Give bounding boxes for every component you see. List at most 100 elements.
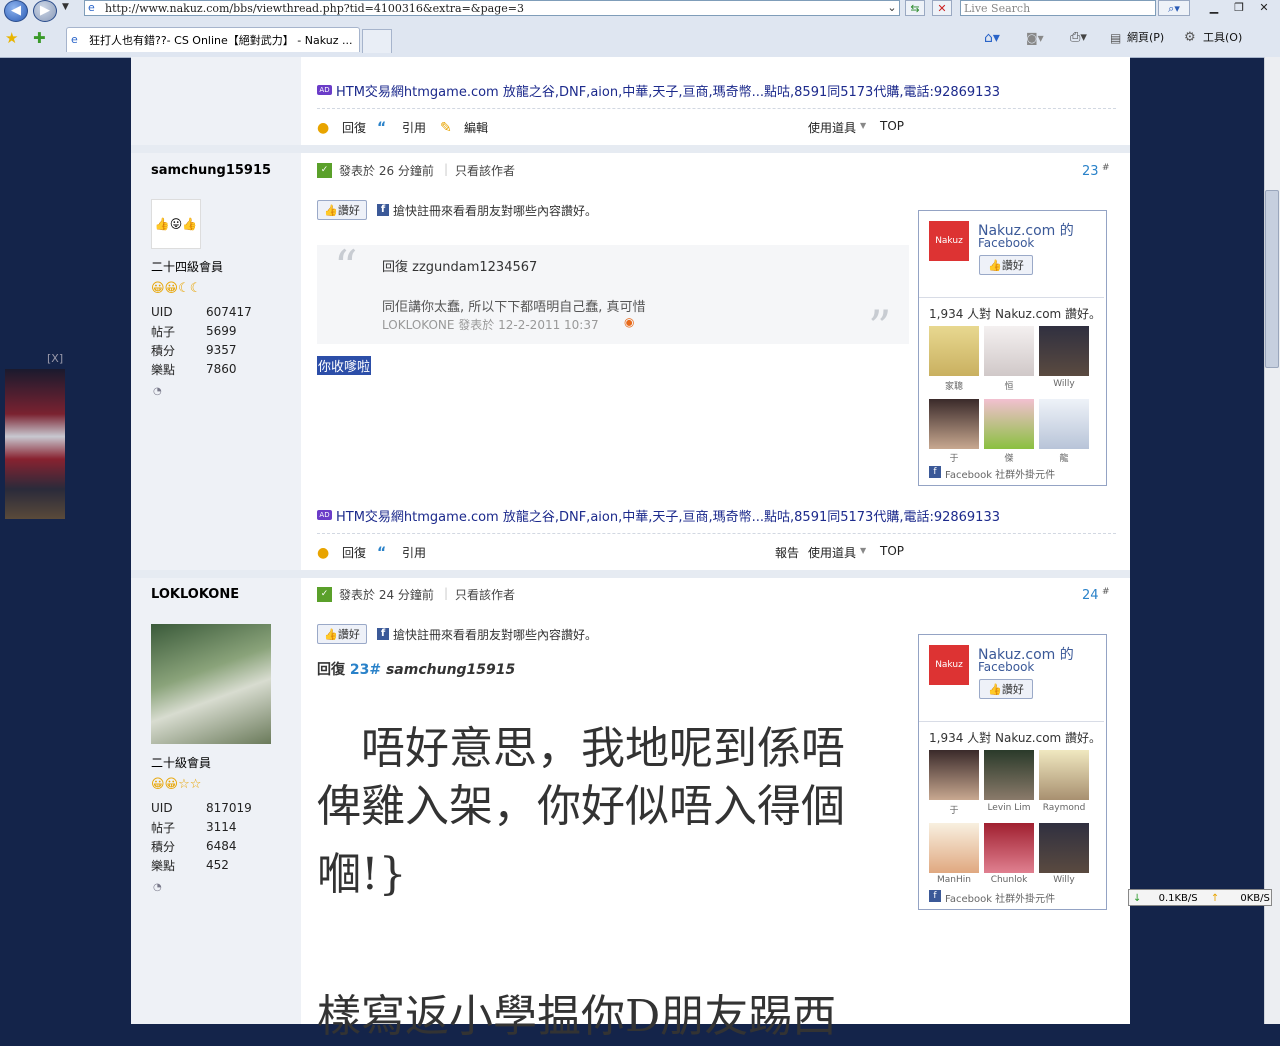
divider: [317, 533, 1116, 534]
top-link[interactable]: TOP: [880, 119, 904, 133]
member-rank: 二十級會員: [151, 756, 212, 770]
like-button[interactable]: 👍讚好: [317, 200, 367, 220]
address-dropdown-icon[interactable]: ⌄: [882, 0, 902, 16]
fan-avatar[interactable]: [1039, 326, 1089, 376]
reply-post-link[interactable]: 23#: [350, 662, 381, 678]
fb-like-button[interactable]: 👍讚好: [979, 679, 1033, 699]
reply-link[interactable]: 回復: [342, 119, 366, 136]
fan-name[interactable]: Willy: [1039, 875, 1089, 885]
fb-footer[interactable]: Facebook 社群外掛元件: [945, 890, 1055, 905]
fan-avatar[interactable]: [984, 326, 1034, 376]
fan-avatar[interactable]: [984, 750, 1034, 800]
minimize-icon[interactable]: ▁: [1204, 0, 1224, 16]
like-button[interactable]: 👍讚好: [317, 624, 367, 644]
add-favorite-icon[interactable]: ✚: [33, 29, 46, 47]
post-number-hash: #: [1102, 163, 1110, 173]
back-button[interactable]: ◀: [4, 0, 28, 22]
download-speed: 0.1KB/S: [1158, 893, 1198, 904]
fan-name[interactable]: Levin Lim: [984, 803, 1034, 813]
fan-avatar[interactable]: [1039, 823, 1089, 873]
top-link[interactable]: TOP: [880, 544, 904, 558]
fan-name[interactable]: Chunlok: [984, 875, 1034, 885]
fan-name[interactable]: 于: [929, 803, 979, 816]
post-number[interactable]: 24: [1082, 588, 1099, 603]
page-menu[interactable]: 網頁(P): [1127, 30, 1164, 46]
online-status-icon: ◔: [153, 882, 162, 893]
fan-avatar[interactable]: [929, 326, 979, 376]
fb-register-prompt[interactable]: 搶快註冊來看看朋友對哪些內容讚好。: [393, 626, 597, 643]
side-ad-image[interactable]: [5, 369, 65, 519]
avatar[interactable]: 👍😛👍: [151, 199, 201, 249]
fan-name[interactable]: ManHin: [929, 875, 979, 885]
close-icon[interactable]: ✕: [1254, 0, 1274, 16]
avatar[interactable]: [151, 624, 271, 744]
report-link[interactable]: 報告: [775, 544, 799, 561]
goto-post-icon[interactable]: ◉: [624, 315, 634, 329]
fan-avatar[interactable]: [1039, 399, 1089, 449]
fb-page-sub[interactable]: Facebook: [978, 236, 1034, 250]
favorites-star-icon[interactable]: ★: [5, 29, 18, 47]
stat-value: 607417: [206, 305, 252, 319]
tools-dropdown-icon: ▼: [860, 121, 867, 130]
tools-menu[interactable]: 工具(O): [1203, 30, 1242, 46]
fb-like-button[interactable]: 👍讚好: [979, 255, 1033, 275]
print-icon[interactable]: ⎙▾: [1070, 30, 1087, 46]
fan-name[interactable]: 傑: [984, 451, 1034, 464]
only-author-link[interactable]: 只看該作者: [455, 586, 515, 603]
search-input[interactable]: Live Search: [960, 0, 1156, 16]
ad-link[interactable]: HTM交易網htmgame.com 放龍之谷,DNF,aion,中華,天子,亘商…: [336, 81, 1000, 100]
only-author-link[interactable]: 只看該作者: [455, 162, 515, 179]
stop-icon[interactable]: ✕: [932, 0, 952, 16]
post-number[interactable]: 23: [1082, 164, 1099, 179]
fan-name[interactable]: 于: [929, 451, 979, 464]
nakuz-logo[interactable]: Nakuz: [929, 645, 969, 685]
history-dropdown-icon[interactable]: ▼: [62, 2, 69, 12]
home-icon[interactable]: ⌂▾: [984, 30, 1000, 46]
post-author[interactable]: LOKLOKONE: [151, 587, 239, 602]
fan-avatar[interactable]: [984, 399, 1034, 449]
fan-avatar[interactable]: [929, 823, 979, 873]
divider: [919, 721, 1104, 722]
side-ad-close[interactable]: [X]: [47, 352, 63, 365]
nakuz-logo[interactable]: Nakuz: [929, 221, 969, 261]
stat-value: 6484: [206, 839, 237, 853]
fb-footer[interactable]: Facebook 社群外掛元件: [945, 466, 1055, 481]
fan-avatar[interactable]: [984, 823, 1034, 873]
restore-icon[interactable]: ❐: [1229, 0, 1249, 16]
ad-link[interactable]: HTM交易網htmgame.com 放龍之谷,DNF,aion,中華,天子,亘商…: [336, 506, 1000, 525]
fan-avatar[interactable]: [929, 750, 979, 800]
fb-register-prompt[interactable]: 搶快註冊來看看朋友對哪些內容讚好。: [393, 202, 597, 219]
close-quote-icon: ”: [868, 300, 892, 354]
fan-avatar[interactable]: [1039, 750, 1089, 800]
refresh-icon[interactable]: ⇆: [905, 0, 925, 16]
edit-link[interactable]: 編輯: [464, 119, 488, 136]
feeds-icon[interactable]: ◙▾: [1026, 30, 1044, 46]
fan-name[interactable]: 恒: [984, 379, 1034, 392]
stat-label: 樂點: [151, 363, 176, 377]
tools-link[interactable]: 使用道具: [808, 119, 856, 136]
scrollbar-thumb[interactable]: [1265, 190, 1279, 368]
search-icon[interactable]: ⌕▾: [1158, 0, 1190, 16]
fan-avatar[interactable]: [929, 399, 979, 449]
fan-name[interactable]: 家聰: [929, 379, 979, 392]
quote-link[interactable]: 引用: [402, 119, 426, 136]
fb-page-sub[interactable]: Facebook: [978, 660, 1034, 674]
divider-bar: |: [444, 586, 449, 600]
fan-name[interactable]: Willy: [1039, 379, 1089, 389]
post-author[interactable]: samchung15915: [151, 163, 271, 178]
facebook-icon: f: [929, 890, 941, 902]
quote-icon: “: [377, 120, 387, 136]
address-bar[interactable]: http://www.nakuz.com/bbs/viewthread.php?…: [84, 0, 900, 16]
network-monitor: ↓ 0.1KB/S ↑ 0KB/S: [1128, 889, 1272, 906]
post-time: 發表於 26 分鐘前: [339, 164, 434, 178]
post-separator: [131, 145, 1130, 153]
reply-user: samchung15915: [385, 662, 516, 678]
reply-link[interactable]: 回復: [342, 544, 366, 561]
fan-name[interactable]: 龍: [1039, 451, 1089, 464]
new-tab-button[interactable]: [362, 29, 392, 53]
tools-link[interactable]: 使用道具: [808, 544, 856, 561]
quote-link[interactable]: 引用: [402, 544, 426, 561]
fan-name[interactable]: Raymond: [1039, 803, 1089, 813]
tab-active[interactable]: 狂打人也有錯??- CS Online【絕對武力】 - Nakuz ...: [66, 27, 360, 52]
forward-button[interactable]: ▶: [33, 0, 57, 22]
